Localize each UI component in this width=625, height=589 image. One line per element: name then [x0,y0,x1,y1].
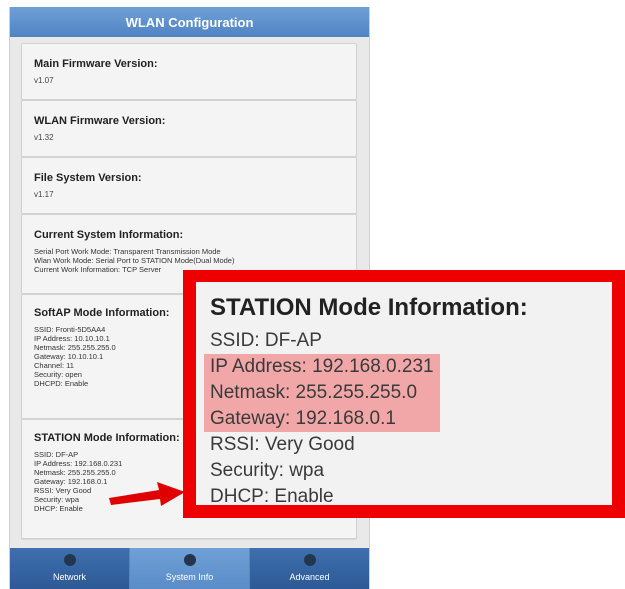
file-system-value: v1.17 [34,190,54,199]
wlan-firmware-value: v1.32 [34,133,54,142]
bottom-tab-bar: Network System Info Advanced [10,548,369,589]
dot-icon [183,554,196,566]
tab-network[interactable]: Network [10,548,130,589]
callout-security: Security: wpa [210,460,325,481]
callout-dhcp: DHCP: Enable [210,486,334,507]
main-firmware-section: Main Firmware Version: v1.07 [21,43,357,100]
tab-label: Advanced [289,572,330,582]
tab-label: Network [52,572,86,582]
callout-netmask: Netmask: 255.255.255.0 [210,382,418,403]
station-callout: STATION Mode Information: SSID: DF-AP IP… [183,270,625,518]
dot-icon [63,554,76,566]
callout-ssid: SSID: DF-AP [210,330,322,351]
main-firmware-value: v1.07 [34,76,54,85]
callout-title: STATION Mode Information: [210,294,528,321]
app-titlebar: WLAN Configuration [10,7,369,37]
current-system-line: Serial Port Work Mode: Transparent Trans… [34,247,221,256]
tab-label: System Info [165,572,214,582]
main-firmware-title: Main Firmware Version: [34,58,158,70]
wlan-firmware-title: WLAN Firmware Version: [34,115,166,127]
file-system-title: File System Version: [34,172,142,184]
callout-ip-address: IP Address: 192.168.0.231 [210,356,434,377]
arrow-right-icon [109,482,185,506]
current-system-line: Wlan Work Mode: Serial Port to STATION M… [34,256,235,265]
file-system-section: File System Version: v1.17 [21,157,357,214]
wlan-firmware-section: WLAN Firmware Version: v1.32 [21,100,357,157]
page-title: WLAN Configuration [125,14,254,30]
station-callout-panel: STATION Mode Information: SSID: DF-AP IP… [196,282,612,507]
highlight-block: IP Address: 192.168.0.231 Netmask: 255.2… [204,354,440,432]
tab-advanced[interactable]: Advanced [250,548,369,589]
callout-gateway: Gateway: 192.168.0.1 [210,408,396,429]
dot-icon [303,554,316,566]
tab-system-info[interactable]: System Info [130,548,250,589]
callout-rssi: RSSI: Very Good [210,434,355,455]
current-system-title: Current System Information: [34,229,184,241]
